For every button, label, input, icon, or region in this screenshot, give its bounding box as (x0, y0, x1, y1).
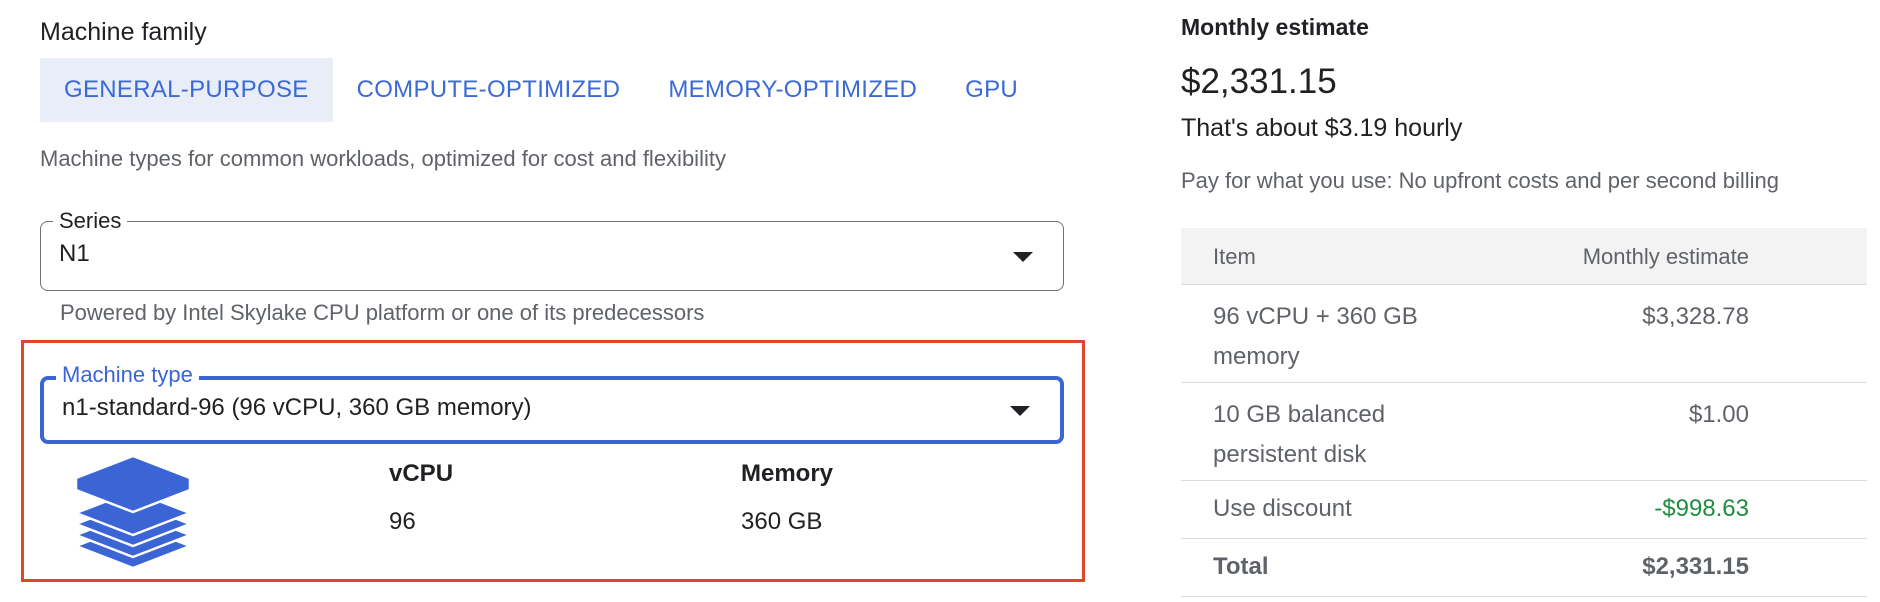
row-item: Use discount (1213, 495, 1352, 522)
table-header-row: Item Monthly estimate (1181, 228, 1867, 285)
column-header-item: Item (1213, 244, 1256, 269)
tab-general-purpose[interactable]: GENERAL-PURPOSE (40, 58, 333, 122)
vcpu-value: 96 (389, 508, 416, 535)
series-value: N1 (59, 240, 90, 267)
machine-type-select[interactable]: Machine type n1-standard-96 (96 vCPU, 36… (40, 360, 1064, 444)
total-label: Total (1213, 553, 1269, 580)
machine-family-title: Machine family (40, 18, 207, 46)
row-item: 10 GB balanced persistent disk (1213, 401, 1386, 468)
chevron-down-icon (1010, 406, 1030, 416)
column-header-monthly-estimate: Monthly estimate (1582, 244, 1749, 269)
table-row-total: Total $2,331.15 (1181, 539, 1867, 597)
estimate-table: Item Monthly estimate 96 vCPU + 360 GB m… (1181, 228, 1867, 597)
row-cost: $3,328.78 (1642, 303, 1749, 330)
machine-type-label: Machine type (56, 360, 199, 390)
series-label: Series (53, 206, 128, 236)
tab-memory-optimized[interactable]: MEMORY-OPTIMIZED (644, 58, 941, 122)
estimate-hourly: That's about $3.19 hourly (1181, 114, 1463, 142)
tab-gpu[interactable]: GPU (941, 58, 1042, 122)
vcpu-label: vCPU (389, 460, 454, 487)
row-cost: $1.00 (1688, 401, 1749, 428)
machine-type-value: n1-standard-96 (96 vCPU, 360 GB memory) (62, 394, 532, 421)
table-row-discount: Use discount -$998.63 (1181, 481, 1867, 539)
row-cost: -$998.63 (1654, 495, 1749, 522)
estimate-total: $2,331.15 (1181, 62, 1337, 101)
series-hint: Powered by Intel Skylake CPU platform or… (60, 300, 705, 325)
table-row: 96 vCPU + 360 GB memory $3,328.78 (1181, 285, 1867, 383)
row-item: 96 vCPU + 360 GB memory (1213, 303, 1418, 370)
machine-family-tabs: GENERAL-PURPOSE COMPUTE-OPTIMIZED MEMORY… (40, 58, 1042, 122)
estimate-title: Monthly estimate (1181, 14, 1369, 40)
total-cost: $2,331.15 (1642, 553, 1749, 580)
memory-value: 360 GB (741, 508, 823, 535)
chevron-down-icon (1013, 252, 1033, 262)
series-select[interactable]: Series N1 (40, 206, 1064, 291)
estimate-billing-note: Pay for what you use: No upfront costs a… (1181, 168, 1780, 193)
stack-layers-icon (74, 454, 192, 570)
tab-compute-optimized[interactable]: COMPUTE-OPTIMIZED (333, 58, 645, 122)
machine-family-description: Machine types for common workloads, opti… (40, 146, 726, 171)
memory-label: Memory (741, 460, 834, 487)
table-row: 10 GB balanced persistent disk $1.00 (1181, 383, 1867, 481)
